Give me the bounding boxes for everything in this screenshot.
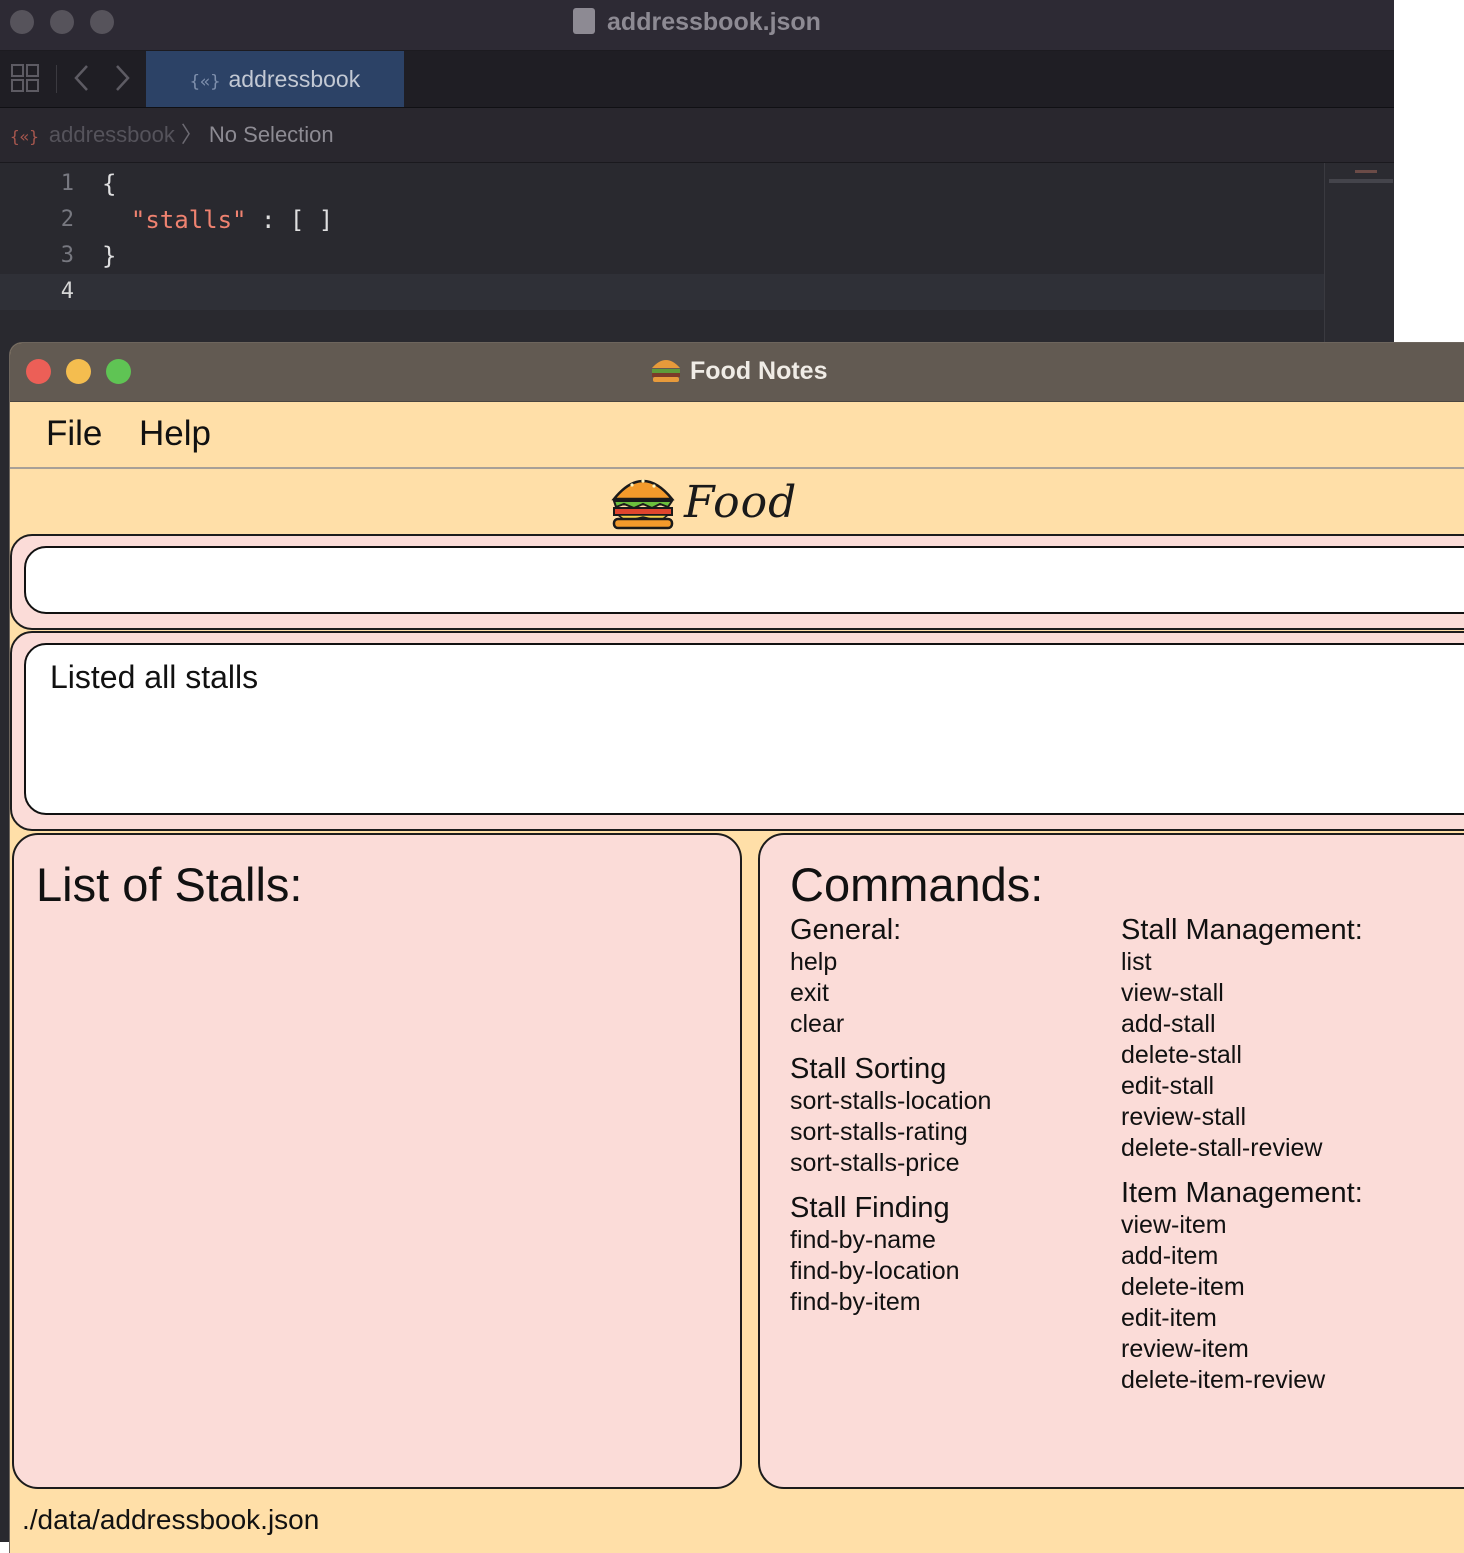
command-item: edit-item (1121, 1304, 1217, 1332)
command-item: add-stall (1121, 1010, 1216, 1038)
result-message: Listed all stalls (50, 659, 259, 695)
back-chevron-icon[interactable] (72, 63, 92, 100)
minimap-viewport (1329, 179, 1393, 183)
command-item: find-by-item (790, 1288, 921, 1316)
tabbar-divider (56, 65, 57, 93)
xcode-titlebar: addressbook.json (0, 0, 1394, 51)
json-brace-icon: {«} (189, 72, 221, 92)
command-item: delete-item (1121, 1273, 1245, 1301)
section-heading: Item Management: (1121, 1177, 1363, 1209)
command-item: exit (790, 979, 829, 1007)
command-item: find-by-name (790, 1226, 936, 1254)
window-title-text: Food Notes (690, 357, 828, 385)
code-text: "stalls" : [ ] (102, 202, 333, 238)
command-item: sort-stalls-location (790, 1087, 992, 1115)
command-item: review-stall (1121, 1103, 1247, 1131)
breadcrumb-selection[interactable]: No Selection (209, 122, 334, 147)
command-item: add-item (1121, 1242, 1219, 1270)
code-text: } (102, 242, 117, 270)
command-item: list (1121, 948, 1152, 976)
commands-column-left: General: help exit clear Stall Sorting s… (790, 913, 991, 1318)
command-item: edit-stall (1121, 1072, 1215, 1100)
menu-help[interactable]: Help (139, 411, 211, 457)
command-item: delete-stall (1121, 1041, 1242, 1069)
minimap-mark (1355, 170, 1377, 173)
command-item: delete-stall-review (1121, 1134, 1323, 1162)
result-display[interactable]: Listed all stalls (24, 643, 1464, 815)
command-item: help (790, 948, 838, 976)
section-heading: General: (790, 914, 902, 946)
tab-addressbook[interactable]: {«} addressbook (146, 51, 404, 107)
commands-title: Commands: (790, 858, 1044, 911)
command-item: review-item (1121, 1335, 1249, 1363)
minimize-button[interactable] (66, 359, 91, 384)
command-item: sort-stalls-rating (790, 1118, 968, 1146)
command-item: sort-stalls-price (790, 1149, 960, 1177)
stall-list-title: List of Stalls: (36, 858, 303, 911)
commands-column-right: Stall Management: list view-stall add-st… (1121, 913, 1363, 1396)
close-button[interactable] (26, 359, 51, 384)
command-item: clear (790, 1010, 845, 1038)
section-heading: Stall Management: (1121, 914, 1363, 946)
json-brace-icon: {«} (10, 127, 39, 146)
code-line: 3 } (0, 238, 1324, 274)
command-item: view-stall (1121, 979, 1224, 1007)
zoom-button[interactable] (106, 359, 131, 384)
xcode-tab-bar: {«} addressbook (0, 51, 1394, 108)
command-item: find-by-location (790, 1257, 960, 1285)
burger-icon (650, 348, 682, 404)
xcode-window-title: addressbook.json (0, 0, 1394, 44)
line-number: 3 (60, 243, 74, 268)
xcode-window-title-text: addressbook.json (607, 8, 821, 36)
menu-file[interactable]: File (46, 411, 102, 457)
burger-icon (611, 479, 675, 530)
window-title: Food Notes (650, 343, 828, 399)
jump-bar: {«} addressbook 〉 No Selection (0, 108, 1394, 163)
section-heading: Stall Finding (790, 1192, 950, 1224)
menu-bar: File Help (10, 402, 1464, 469)
json-key: "stalls" (130, 206, 247, 234)
code-text: { (102, 170, 117, 198)
forward-chevron-icon[interactable] (112, 63, 132, 100)
brand-banner: Food Notes (610, 471, 930, 584)
line-number: 1 (60, 171, 74, 196)
command-input[interactable] (24, 546, 1464, 614)
command-box-panel (10, 534, 1464, 630)
tab-label: addressbook (228, 66, 361, 92)
breadcrumb-separator-icon: 〉 (180, 122, 203, 147)
breadcrumb-file[interactable]: addressbook (49, 122, 175, 147)
grid-icon[interactable] (10, 63, 40, 100)
commands-panel: Commands: General: help exit clear Stall… (758, 833, 1464, 1489)
code-line-current: 4 (0, 274, 1324, 310)
section-heading: Stall Sorting (790, 1053, 947, 1085)
code-line: 1 { (0, 166, 1324, 202)
json-value: : [ ] (246, 206, 334, 234)
food-notes-window: Food Notes File Help Food Notes Listed a… (10, 343, 1464, 1553)
document-icon (573, 8, 596, 34)
line-number: 4 (60, 279, 74, 304)
code-line: 2 "stalls" : [ ] (0, 202, 1324, 238)
result-display-panel: Listed all stalls (10, 631, 1464, 831)
command-item: view-item (1121, 1211, 1227, 1239)
food-notes-titlebar: Food Notes (10, 343, 1464, 402)
command-item: delete-item-review (1121, 1366, 1326, 1394)
stall-list-panel[interactable]: List of Stalls: (12, 833, 742, 1489)
line-number: 2 (60, 207, 74, 232)
status-bar-file-path: ./data/addressbook.json (22, 1504, 320, 1535)
